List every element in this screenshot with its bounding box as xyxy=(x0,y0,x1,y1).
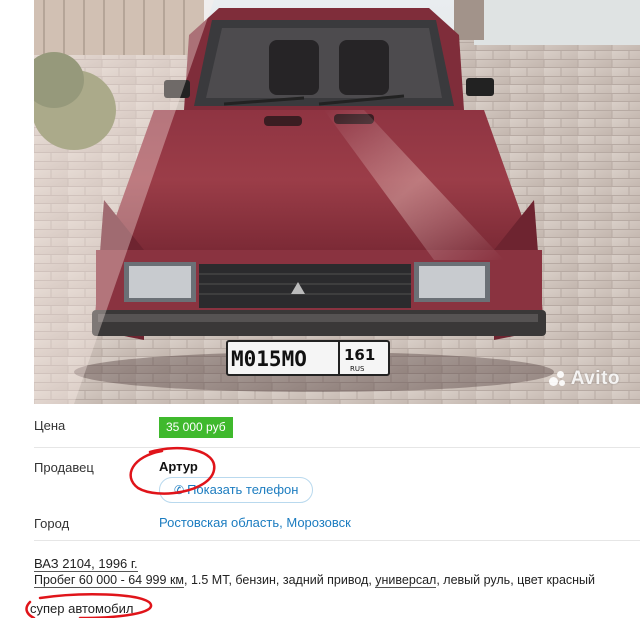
seller-name[interactable]: Артур xyxy=(159,459,198,474)
specs-text: , 1.5 MT, бензин, задний привод, xyxy=(184,573,376,587)
avito-watermark: Avito xyxy=(548,368,620,390)
license-plate: М015МО 161 RUS xyxy=(226,340,390,376)
body-type-link[interactable]: универсал xyxy=(375,573,437,588)
show-phone-button[interactable]: ✆ Показать телефон xyxy=(159,477,313,503)
plate-country: RUS xyxy=(350,365,365,373)
seller-label: Продавец xyxy=(34,460,94,475)
phone-icon: ✆ xyxy=(174,483,185,497)
divider xyxy=(34,447,640,448)
plate-region: 161 xyxy=(344,346,375,364)
specs-line: Пробег 60 000 - 64 999 км, 1.5 MT, бензи… xyxy=(34,573,596,588)
divider xyxy=(34,540,640,541)
watermark-text: Avito xyxy=(570,368,620,389)
plate-number: М015МО xyxy=(231,347,307,371)
car-photo-illustration: М015МО 161 RUS xyxy=(34,0,640,404)
model-year-link[interactable]: ВАЗ 2104, 1996 г. xyxy=(34,556,138,572)
price-label: Цена xyxy=(34,418,66,433)
model-year: ВАЗ 2104, 1996 г. xyxy=(34,556,138,572)
city-link[interactable]: Ростовская область, Морозовск xyxy=(159,515,351,530)
show-phone-label: Показать телефон xyxy=(187,482,299,497)
avito-logo-icon xyxy=(548,371,567,387)
mileage-link[interactable]: Пробег 60 000 - 64 999 км xyxy=(34,573,184,588)
specs-text-tail: , левый руль, цвет красный xyxy=(436,573,596,587)
price-value: 35 000 руб xyxy=(159,417,233,438)
city-label: Город xyxy=(34,516,70,531)
description-text: супер автомобил xyxy=(30,601,134,616)
listing-photo[interactable]: М015МО 161 RUS Avito xyxy=(34,0,640,404)
